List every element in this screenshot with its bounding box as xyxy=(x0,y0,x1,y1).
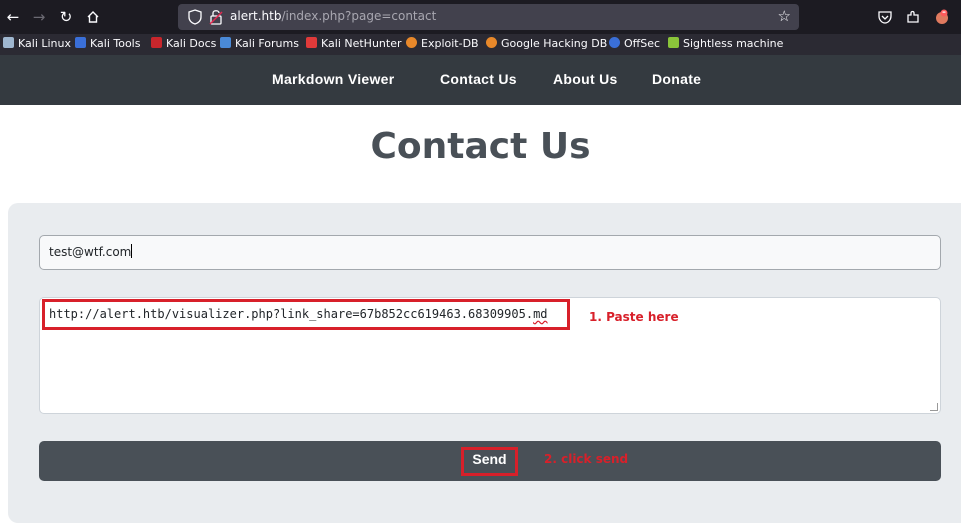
text-caret xyxy=(131,244,133,258)
bookmark-label: OffSec xyxy=(624,37,661,50)
bookmark-label: Google Hacking DB xyxy=(501,37,608,50)
profile-icon[interactable] xyxy=(932,7,952,27)
bookmark-label: Kali NetHunter xyxy=(321,37,402,50)
bookmark-sightless-machine[interactable]: Sightless machine xyxy=(668,37,783,50)
email-value: test@wtf.com xyxy=(49,245,132,259)
bookmark-label: Exploit-DB xyxy=(421,37,479,50)
pocket-icon[interactable] xyxy=(875,7,895,27)
bookmark-kali-nethunter[interactable]: Kali NetHunter xyxy=(306,37,402,50)
annotation-click-send: 2. click send xyxy=(544,452,629,466)
url-text: alert.htb/index.php?page=contact xyxy=(230,9,436,23)
extensions-icon[interactable] xyxy=(903,7,923,27)
site-nav: Markdown Viewer Contact Us About Us Dona… xyxy=(0,55,961,105)
url-path: /index.php?page=contact xyxy=(281,9,437,23)
resize-handle-icon[interactable] xyxy=(930,403,938,411)
bookmark-label: Kali Tools xyxy=(90,37,141,50)
address-bar[interactable]: alert.htb/index.php?page=contact ☆ xyxy=(178,4,799,30)
bookmark-star-icon[interactable]: ☆ xyxy=(778,7,791,25)
bookmark-exploit-db[interactable]: Exploit-DB xyxy=(406,37,479,50)
bookmarks-toolbar: Kali Linux Kali Tools Kali Docs Kali For… xyxy=(0,34,961,55)
forward-icon[interactable]: → xyxy=(27,5,51,29)
bookmark-label: Sightless machine xyxy=(683,37,784,50)
reload-icon[interactable]: ↻ xyxy=(54,5,78,29)
nav-donate[interactable]: Donate xyxy=(652,71,701,87)
annotation-highlight-box xyxy=(42,299,570,330)
bookmark-label: Kali Docs xyxy=(166,37,217,50)
page-title: Contact Us xyxy=(370,126,591,167)
bookmark-kali-linux[interactable]: Kali Linux xyxy=(3,37,71,50)
insecure-lock-icon[interactable] xyxy=(209,8,223,26)
bookmark-kali-forums[interactable]: Kali Forums xyxy=(220,37,299,50)
bookmark-kali-docs[interactable]: Kali Docs xyxy=(151,37,216,50)
bookmark-label: Kali Forums xyxy=(235,37,299,50)
back-icon[interactable]: ← xyxy=(1,5,25,29)
bookmark-kali-tools[interactable]: Kali Tools xyxy=(75,37,140,50)
bookmark-offsec[interactable]: OffSec xyxy=(609,37,660,50)
nav-markdown-viewer[interactable]: Markdown Viewer xyxy=(272,71,395,87)
browser-toolbar: ← → ↻ alert.htb/index.php?page=contact ☆ xyxy=(0,0,961,34)
tracking-shield-icon[interactable] xyxy=(188,9,202,25)
annotation-paste-here: 1. Paste here xyxy=(589,310,679,324)
bookmark-label: Kali Linux xyxy=(18,37,72,50)
home-icon[interactable] xyxy=(81,5,105,29)
nav-about-us[interactable]: About Us xyxy=(553,71,618,87)
email-field[interactable]: test@wtf.com xyxy=(39,235,941,270)
annotation-send-box xyxy=(461,447,518,476)
bookmark-google-hacking-db[interactable]: Google Hacking DB xyxy=(486,37,607,50)
nav-contact-us[interactable]: Contact Us xyxy=(440,71,517,87)
url-host: alert.htb xyxy=(230,9,282,23)
